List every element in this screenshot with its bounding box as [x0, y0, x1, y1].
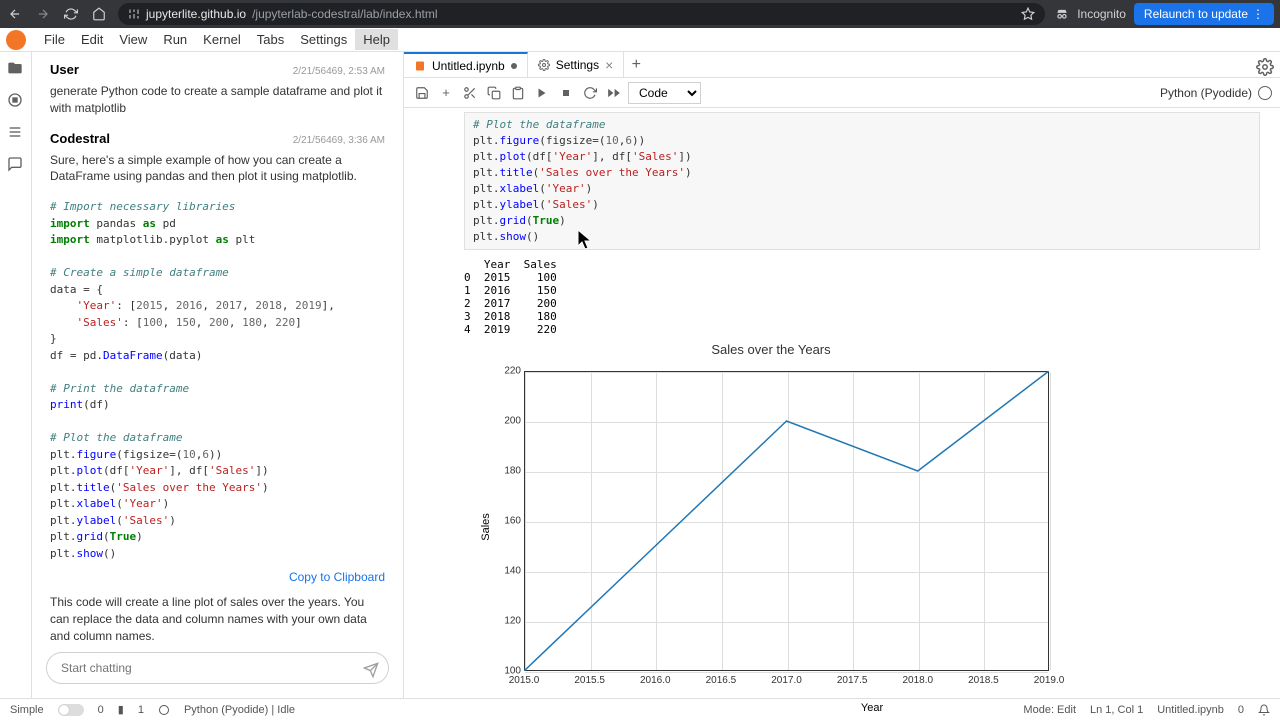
home-button[interactable] [90, 5, 108, 23]
kernel-name[interactable]: Python (Pyodide) [1160, 86, 1252, 100]
status-kernel-icon [158, 704, 170, 716]
bell-icon[interactable] [1258, 704, 1270, 716]
y-tick: 100 [504, 665, 521, 676]
y-tick: 220 [504, 365, 521, 376]
x-tick: 2019.0 [1034, 675, 1065, 686]
add-tab-button[interactable]: + [624, 52, 648, 77]
run-icon[interactable] [532, 83, 552, 103]
chat-bot-intro: Sure, here's a simple example of how you… [50, 152, 385, 186]
close-icon[interactable]: × [605, 57, 613, 73]
fast-forward-icon[interactable] [604, 83, 624, 103]
notebook-icon [414, 60, 426, 72]
paste-icon[interactable] [508, 83, 528, 103]
restart-icon[interactable] [580, 83, 600, 103]
list-icon[interactable] [7, 124, 25, 142]
chat-bot-timestamp: 2/21/56469, 3:36 AM [293, 135, 385, 146]
y-tick: 160 [504, 515, 521, 526]
menu-file[interactable]: File [36, 29, 73, 50]
x-tick: 2017.0 [771, 675, 802, 686]
tab-untitled[interactable]: Untitled.ipynb [404, 52, 528, 77]
status-one: 1 [138, 704, 144, 716]
simple-toggle[interactable] [58, 704, 84, 716]
cell-type-select[interactable]: Code [628, 82, 701, 104]
unsaved-dot-icon [511, 63, 517, 69]
save-icon[interactable] [412, 83, 432, 103]
chat-user-label: User [50, 62, 79, 77]
dataframe-output: Year Sales 0 2015 100 1 2016 150 2 2017 … [464, 258, 1260, 336]
relaunch-button[interactable]: Relaunch to update⋮ [1134, 3, 1274, 25]
terminal-icon[interactable]: ▮ [118, 703, 124, 716]
x-tick: 2016.0 [640, 675, 671, 686]
copy-to-clipboard-link[interactable]: Copy to Clipboard [50, 570, 385, 584]
gear-icon [538, 59, 550, 71]
menu-tabs[interactable]: Tabs [249, 29, 292, 50]
reload-button[interactable] [62, 5, 80, 23]
chat-icon[interactable] [7, 156, 25, 174]
menu-edit[interactable]: Edit [73, 29, 111, 50]
url-domain: jupyterlite.github.io [146, 7, 246, 21]
incognito-label: Incognito [1077, 7, 1126, 21]
status-mode: Mode: Edit [1023, 704, 1076, 716]
status-kernel: Python (Pyodide) | Idle [184, 704, 295, 716]
add-cell-icon[interactable]: + [436, 83, 456, 103]
stop-icon[interactable] [556, 83, 576, 103]
copy-icon[interactable] [484, 83, 504, 103]
right-gear-icon[interactable] [1256, 58, 1276, 78]
send-icon[interactable] [363, 662, 379, 678]
x-tick: 2018.5 [968, 675, 999, 686]
chat-bot-outro: This code will create a line plot of sal… [50, 594, 385, 642]
menu-help[interactable]: Help [355, 29, 398, 50]
x-tick: 2015.5 [574, 675, 605, 686]
x-tick: 2017.5 [837, 675, 868, 686]
menu-view[interactable]: View [111, 29, 155, 50]
status-zero2: 0 [1238, 704, 1244, 716]
simple-label: Simple [10, 704, 44, 716]
tune-icon [128, 8, 140, 20]
forward-button[interactable] [34, 5, 52, 23]
chat-code-block: # Import necessary libraries import pand… [50, 199, 385, 562]
menu-kernel[interactable]: Kernel [195, 29, 249, 50]
chat-user-timestamp: 2/21/56469, 2:53 AM [293, 66, 385, 77]
menu-settings[interactable]: Settings [292, 29, 355, 50]
kernel-status-icon [1258, 86, 1272, 100]
y-axis-label: Sales [480, 513, 492, 541]
running-icon[interactable] [7, 92, 25, 110]
notebook-toolbar: + Code Python (Pyodide) [404, 78, 1280, 108]
y-tick: 200 [504, 415, 521, 426]
cut-icon[interactable] [460, 83, 480, 103]
y-tick: 180 [504, 465, 521, 476]
chat-user-message: generate Python code to create a sample … [50, 83, 385, 117]
x-tick: 2015.0 [509, 675, 540, 686]
chart-output: Sales over the Years Sales 2015.0 2015.5 2… [476, 342, 1066, 696]
tab-settings[interactable]: Settings × [528, 52, 625, 77]
star-icon[interactable] [1021, 7, 1035, 21]
chat-panel: User 2/21/56469, 2:53 AM generate Python … [32, 52, 404, 698]
back-button[interactable] [6, 5, 24, 23]
url-bar[interactable]: jupyterlite.github.io/jupyterlab-codestr… [118, 3, 1045, 25]
chat-bot-label: Codestral [50, 131, 110, 146]
folder-icon[interactable] [7, 60, 25, 78]
menu-bar: FileEditViewRunKernelTabsSettingsHelp [0, 28, 1280, 52]
status-file: Untitled.ipynb [1157, 704, 1224, 716]
y-tick: 140 [504, 565, 521, 576]
status-zero: 0 [98, 704, 104, 716]
status-ln-col: Ln 1, Col 1 [1090, 704, 1143, 716]
left-icon-rail [0, 52, 32, 698]
browser-toolbar: jupyterlite.github.io/jupyterlab-codestr… [0, 0, 1280, 28]
x-tick: 2018.0 [902, 675, 933, 686]
chat-input[interactable] [46, 652, 389, 684]
y-tick: 120 [504, 615, 521, 626]
code-cell[interactable]: # Plot the dataframe plt.figure(figsize=… [464, 112, 1260, 250]
jupyter-logo[interactable] [6, 30, 26, 50]
notebook-area: Untitled.ipynb Settings × + + Code Pytho… [404, 52, 1280, 698]
x-tick: 2016.5 [706, 675, 737, 686]
incognito-icon [1055, 7, 1069, 21]
menu-run[interactable]: Run [155, 29, 195, 50]
status-bar: Simple 0 ▮ 1 Python (Pyodide) | Idle Mod… [0, 698, 1280, 720]
chart-title: Sales over the Years [476, 342, 1066, 357]
tab-bar: Untitled.ipynb Settings × + [404, 52, 1280, 78]
chart-line [524, 371, 1049, 671]
url-path: /jupyterlab-codestral/lab/index.html [252, 7, 437, 21]
